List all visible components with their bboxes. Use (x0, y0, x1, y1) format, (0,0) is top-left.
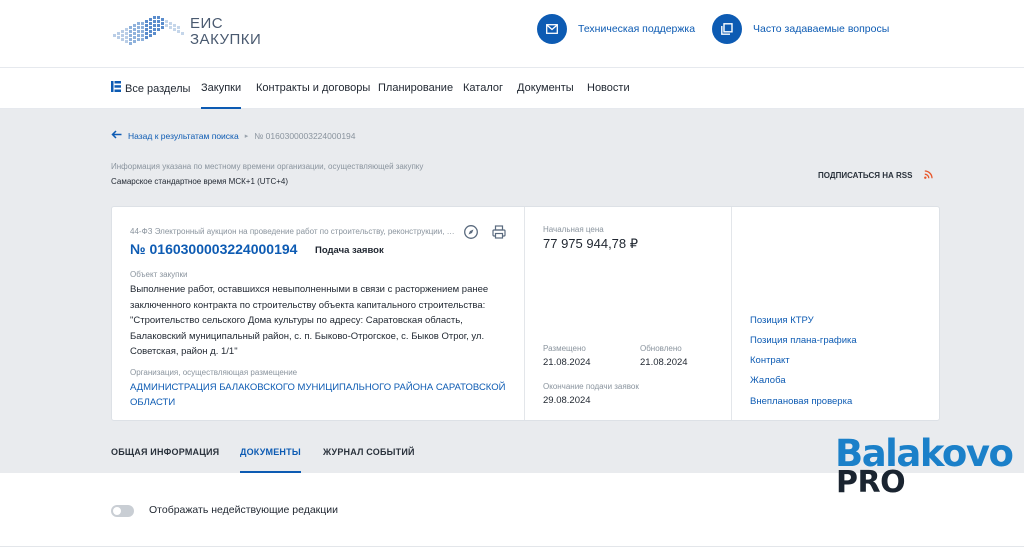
back-to-results-link[interactable]: Назад к результатам поиска (128, 131, 239, 141)
mail-icon (537, 14, 567, 44)
rss-label: ПОДПИСАТЬСЯ НА RSS (818, 171, 913, 180)
main-nav: Все разделы Закупки Контракты и договоры… (0, 68, 1024, 109)
breadcrumb-current: № 0160300003224000194 (254, 130, 356, 141)
price-label: Начальная цена (543, 225, 604, 234)
nav-label-all-sections: Все разделы (125, 82, 191, 95)
nav-item-news[interactable]: Новости (587, 68, 630, 109)
object-label: Объект закупки (130, 270, 188, 279)
nav-item-contracts[interactable]: Контракты и договоры (256, 68, 370, 109)
complaint-link[interactable]: Жалоба (750, 375, 786, 386)
nav-item-catalog[interactable]: Каталог (463, 68, 503, 109)
show-inactive-toggle[interactable] (111, 505, 134, 517)
tab-general-info[interactable]: ОБЩАЯ ИНФОРМАЦИЯ (111, 447, 219, 473)
sections-icon (111, 69, 121, 109)
site-header: ЕИС ЗАКУПКИ Техническая поддержка Часто … (0, 0, 1024, 68)
watermark-line2: PRO (836, 465, 906, 500)
support-label: Техническая поддержка (578, 23, 696, 35)
deadline-date: 29.08.2024 (543, 395, 591, 406)
compass-icon[interactable] (463, 224, 479, 240)
card-divider (731, 207, 732, 420)
breadcrumb: Назад к результатам поиска ▸ № 016030000… (111, 130, 356, 141)
nav-item-purchases[interactable]: Закупки (201, 68, 242, 109)
breadcrumb-separator-icon: ▸ (244, 132, 249, 140)
eis-logo[interactable]: ЕИС ЗАКУПКИ (111, 14, 261, 50)
rss-subscribe-link[interactable]: ПОДПИСАТЬСЯ НА RSS (818, 170, 934, 181)
faq-label: Часто задаваемые вопросы (753, 23, 890, 35)
tab-event-log[interactable]: ЖУРНАЛ СОБЫТИЙ (323, 447, 415, 473)
object-description: Выполнение работ, оставшихся невыполненн… (130, 284, 489, 357)
nav-item-documents[interactable]: Документы (517, 68, 574, 109)
updated-date: 21.08.2024 (640, 357, 688, 368)
back-arrow-icon[interactable] (111, 130, 122, 141)
plan-schedule-link[interactable]: Позиция плана-графика (750, 335, 857, 346)
logo-text: ЕИС ЗАКУПКИ (190, 16, 261, 48)
nav-item-planning[interactable]: Планирование (378, 68, 453, 109)
org-label: Организация, осуществляющая размещение (130, 368, 298, 377)
balakovo-pro-watermark: Balakovo PRO (835, 434, 1014, 504)
timezone-note: Информация указана по местному времени о… (111, 162, 424, 171)
ktru-position-link[interactable]: Позиция КТРУ (750, 315, 814, 326)
placed-label: Размещено (543, 344, 586, 353)
status-badge: Подача заявок (315, 245, 384, 256)
faq-link[interactable]: Часто задаваемые вопросы (712, 14, 889, 44)
logo-line1: ЕИС (190, 15, 224, 32)
divider (0, 546, 1024, 547)
law-type: 44-ФЗ Электронный аукцион на проведение … (130, 227, 455, 236)
show-inactive-label: Отображать недействующие редакции (149, 504, 339, 516)
updated-label: Обновлено (640, 344, 682, 353)
placed-date: 21.08.2024 (543, 357, 591, 368)
tab-documents[interactable]: ДОКУМЕНТЫ (240, 447, 301, 473)
purchase-number-link[interactable]: № 0160300003224000194 (130, 241, 297, 257)
content-area: Назад к результатам поиска ▸ № 016030000… (0, 109, 1024, 473)
rss-icon (924, 170, 934, 181)
unscheduled-inspection-link[interactable]: Внеплановая проверка (750, 396, 852, 407)
deadline-label: Окончание подачи заявок (543, 382, 639, 391)
print-icon[interactable] (491, 224, 507, 240)
organization-link[interactable]: АДМИНИСТРАЦИЯ БАЛАКОВСКОГО МУНИЦИПАЛЬНОГ… (130, 380, 515, 410)
card-divider (524, 207, 525, 420)
initial-price: 77 975 944,78 ₽ (543, 236, 639, 251)
logo-line2: ЗАКУПКИ (190, 31, 262, 48)
timezone-value: Самарское стандартное время МСК+1 (UTC+4… (111, 177, 288, 186)
procurement-card: 44-ФЗ Электронный аукцион на проведение … (111, 206, 940, 421)
faq-icon (712, 14, 742, 44)
contract-link[interactable]: Контракт (750, 355, 790, 366)
nav-item-all-sections[interactable]: Все разделы (111, 68, 190, 109)
support-link[interactable]: Техническая поддержка (537, 14, 695, 44)
russia-map-logo-icon (111, 14, 185, 50)
